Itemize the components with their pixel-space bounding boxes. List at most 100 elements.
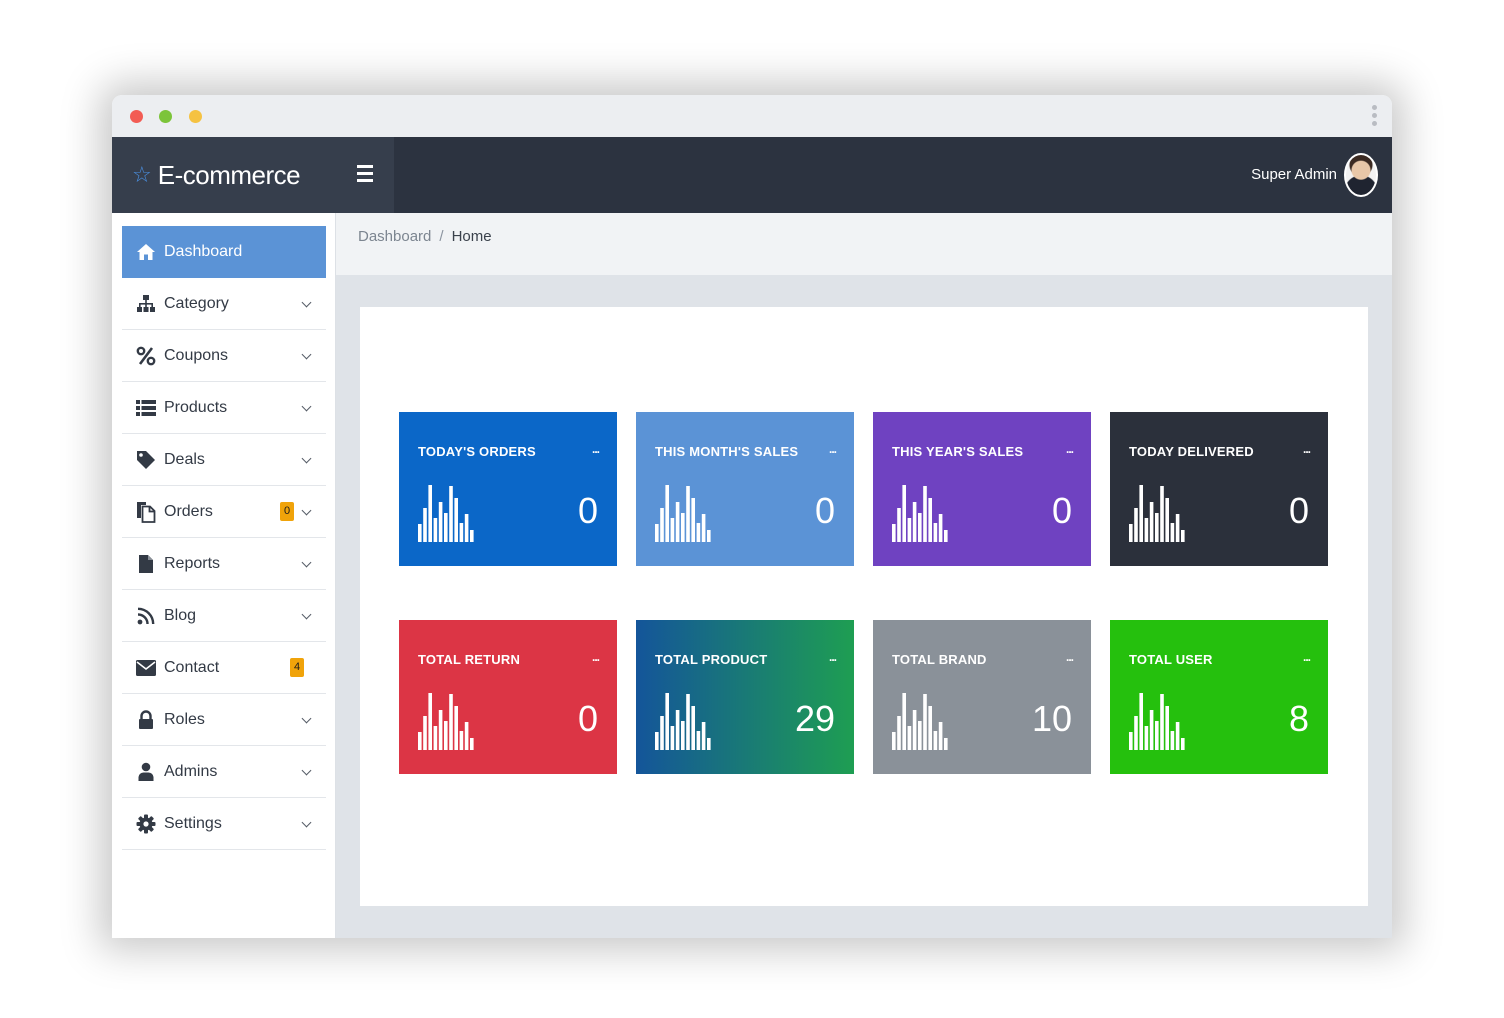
bar-chart-icon-bar (459, 523, 464, 542)
stat-card-total-user[interactable]: TOTAL USER ... 8 (1110, 620, 1328, 774)
bar-chart-icon-bar (433, 726, 438, 750)
bar-chart-icon-bar (1144, 518, 1149, 542)
stat-card-title: TOTAL USER (1129, 652, 1213, 667)
bar-chart-icon-bar (1155, 513, 1159, 542)
more-options-icon[interactable]: ... (592, 650, 600, 664)
sidebar-item-coupons[interactable]: Coupons (122, 330, 326, 382)
bar-chart-icon-bar (944, 530, 948, 542)
bar-chart-icon-bar (1149, 710, 1154, 750)
bar-chart-icon-bar (892, 732, 896, 750)
bar-chart-icon-bar (670, 726, 675, 750)
bar-chart-icon-bar (1160, 486, 1164, 542)
sidebar-item-label: Blog (164, 606, 197, 624)
bar-chart-icon-bar (1139, 485, 1143, 542)
envelope-icon (136, 658, 156, 678)
sidebar-item-deals[interactable]: Deals (122, 434, 326, 486)
bar-chart-icon (1129, 485, 1185, 542)
bar-chart-icon-bar (438, 502, 443, 542)
bar-chart-icon-bar (944, 738, 948, 750)
sidebar-item-settings[interactable]: Settings (122, 798, 326, 850)
more-options-icon[interactable]: ... (829, 442, 837, 456)
sidebar-item-blog[interactable]: Blog (122, 590, 326, 642)
sidebar-item-label: Products (164, 398, 228, 416)
bar-chart-icon-bar (707, 530, 711, 542)
bar-chart-icon-bar (912, 502, 917, 542)
stat-card-total-brand[interactable]: TOTAL BRAND ... 10 (873, 620, 1091, 774)
breadcrumb-separator: / (439, 228, 444, 245)
bar-chart-icon-bar (444, 513, 448, 542)
minimize-window-icon[interactable] (189, 110, 202, 123)
breadcrumb-dashboard-link[interactable]: Dashboard (358, 228, 431, 245)
breadcrumb-current: Home (451, 228, 492, 245)
bar-chart-icon-bar (691, 498, 695, 542)
stat-card-todays-orders[interactable]: TODAY'S ORDERS ... 0 (399, 412, 617, 566)
rss-icon (136, 606, 156, 626)
stat-card-total-product[interactable]: TOTAL PRODUCT ... 29 (636, 620, 854, 774)
bar-chart-icon-bar (675, 710, 680, 750)
sidebar-item-label: Dashboard (164, 243, 243, 260)
hamburger-menu-icon[interactable] (357, 165, 373, 183)
sidebar-item-dashboard[interactable]: Dashboard (122, 226, 326, 278)
bar-chart-icon-bar (1129, 732, 1133, 750)
stat-card-value: 8 (1288, 698, 1309, 739)
more-options-icon[interactable]: ... (1066, 650, 1074, 664)
bar-chart-icon (655, 693, 711, 750)
sidebar-item-roles[interactable]: Roles (122, 694, 326, 746)
sidebar-item-category[interactable]: Category (122, 278, 326, 330)
contact-count-badge: 4 (290, 658, 304, 677)
lock-icon (136, 709, 156, 730)
bar-chart-icon-bar (928, 706, 932, 750)
bar-chart-icon-bar (696, 523, 701, 542)
bar-chart-icon (418, 485, 474, 542)
sidebar-item-label: Orders (164, 502, 213, 520)
star-icon: ☆ (132, 162, 152, 188)
stat-card-title: TODAY'S ORDERS (418, 444, 536, 459)
sidebar-item-products[interactable]: Products (122, 382, 326, 434)
sidebar-item-orders[interactable]: Orders 0 (122, 486, 326, 538)
top-navbar: ☆ E-commerce Super Admin (112, 137, 1392, 213)
stats-panel: TODAY'S ORDERS ... 0 THIS MONTH'S SALES … (360, 307, 1368, 906)
more-options-icon[interactable]: ... (592, 442, 600, 456)
sidebar-item-reports[interactable]: Reports (122, 538, 326, 590)
more-options-icon[interactable]: ... (1066, 442, 1074, 456)
stat-card-total-return[interactable]: TOTAL RETURN ... 0 (399, 620, 617, 774)
breadcrumb: Dashboard / Home (336, 213, 1392, 275)
more-options-icon[interactable]: ... (1303, 442, 1311, 456)
bar-chart-icon-bar (1181, 738, 1185, 750)
stat-card-value: 29 (794, 698, 835, 739)
more-options-icon[interactable]: ... (1303, 650, 1311, 664)
brand-logo[interactable]: ☆ E-commerce (112, 137, 394, 213)
bar-chart-icon-bar (1129, 524, 1133, 542)
stat-card-title: TODAY DELIVERED (1129, 444, 1254, 459)
bar-chart-icon-bar (907, 726, 912, 750)
more-options-icon[interactable]: ... (829, 650, 837, 664)
bar-chart-icon-bar (902, 693, 906, 750)
bar-chart-icon-bar (418, 524, 422, 542)
window-menu-icon[interactable] (1370, 105, 1378, 129)
bar-chart-icon-bar (655, 732, 659, 750)
user-name[interactable]: Super Admin (1251, 166, 1337, 183)
copy-file-icon (136, 501, 156, 523)
bar-chart-icon-bar (1134, 716, 1138, 750)
bar-chart-icon-bar (938, 514, 943, 542)
close-window-icon[interactable] (130, 110, 143, 123)
brand-name: E-commerce (157, 159, 301, 190)
chevron-down-icon (301, 401, 312, 412)
bar-chart-icon-bar (1170, 523, 1175, 542)
bar-chart-icon-bar (1175, 514, 1180, 542)
sidebar-item-contact[interactable]: Contact 4 (122, 642, 326, 694)
maximize-window-icon[interactable] (159, 110, 172, 123)
bar-chart-icon-bar (938, 722, 943, 750)
bar-chart-icon-bar (686, 486, 690, 542)
bar-chart-icon-bar (1175, 722, 1180, 750)
bar-chart-icon-bar (923, 694, 927, 750)
stat-card-today-delivered[interactable]: TODAY DELIVERED ... 0 (1110, 412, 1328, 566)
sidebar-item-admins[interactable]: Admins (122, 746, 326, 798)
orders-count-badge: 0 (280, 502, 294, 521)
bar-chart-icon-bar (438, 710, 443, 750)
bar-chart-icon-bar (681, 721, 685, 750)
stat-card-this-months-sales[interactable]: THIS MONTH'S SALES ... 0 (636, 412, 854, 566)
browser-window: ☆ E-commerce Super Admin Dashboard Categ… (112, 95, 1392, 938)
user-avatar[interactable] (1344, 153, 1378, 197)
stat-card-this-years-sales[interactable]: THIS YEAR'S SALES ... 0 (873, 412, 1091, 566)
